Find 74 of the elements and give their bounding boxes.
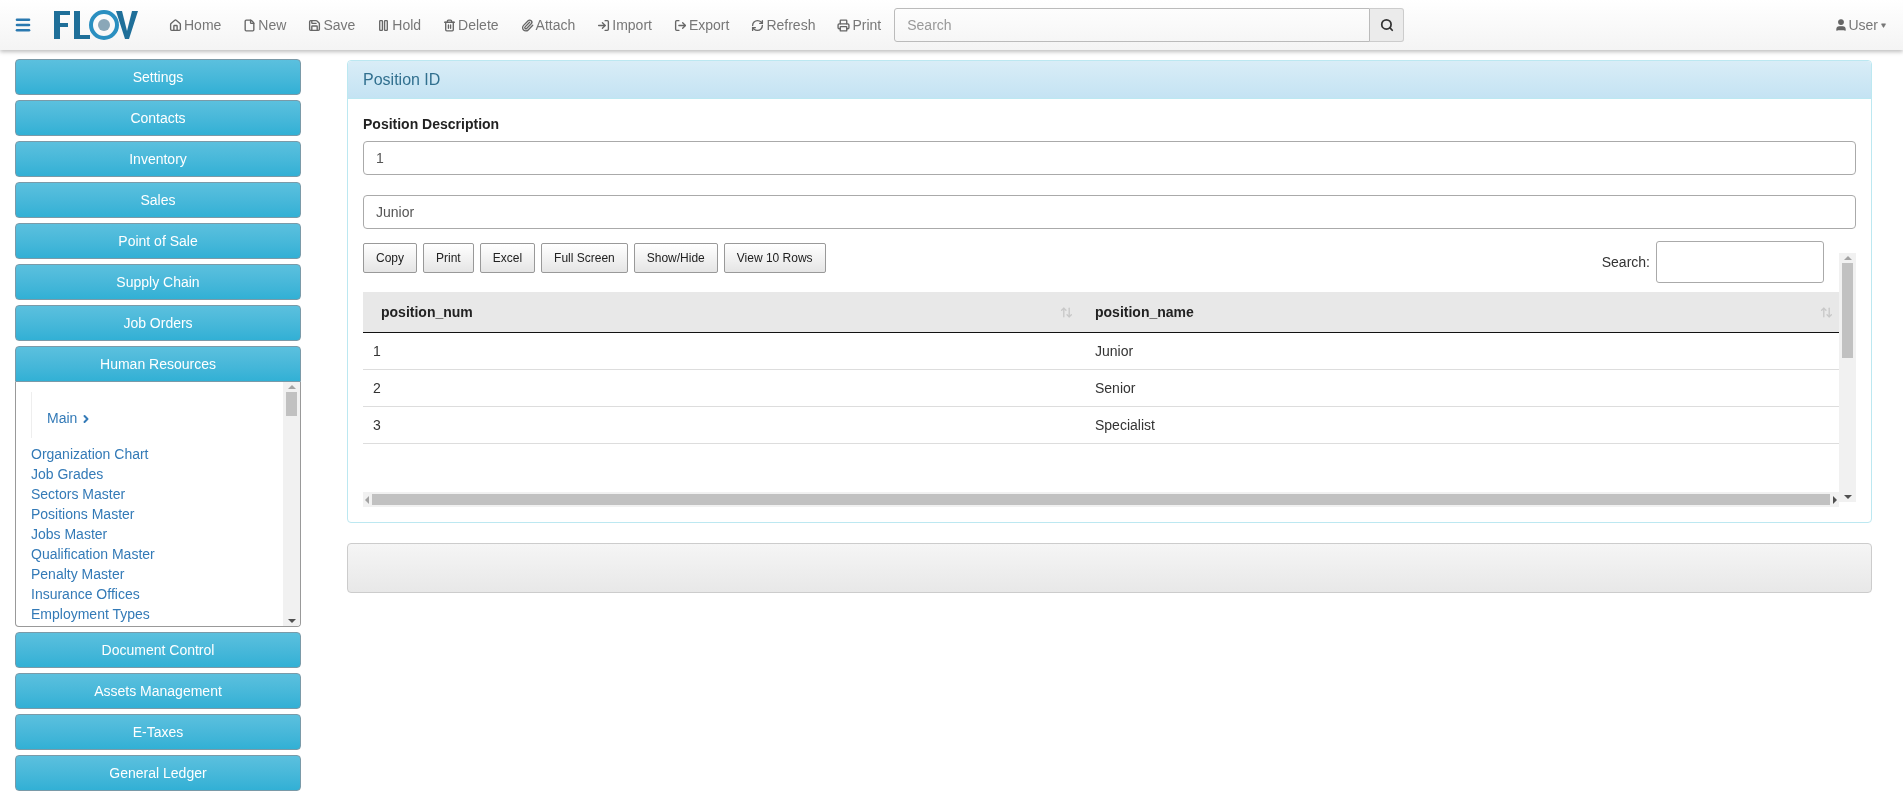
paperclip-icon: [520, 18, 534, 32]
toolbar-button[interactable]: Save: [297, 5, 367, 45]
home-icon: [169, 18, 182, 32]
sidebar-section-button[interactable]: Human Resources: [15, 346, 301, 382]
refresh-icon: [751, 18, 765, 32]
sidebar-section-button[interactable]: E-Taxes: [15, 714, 301, 750]
sidebar-section-button[interactable]: Contacts: [15, 100, 301, 136]
save-icon: [308, 18, 322, 32]
toolbar-button[interactable]: Hold: [366, 5, 433, 45]
table-tool-button[interactable]: View 10 Rows: [723, 243, 826, 273]
input-field[interactable]: 1: [363, 141, 1856, 175]
sidebar-section-button[interactable]: General Ledger: [15, 755, 301, 791]
toolbar-button[interactable]: New: [232, 5, 298, 45]
sidebar-section-button[interactable]: Point of Sale: [15, 223, 301, 259]
submenu-link[interactable]: Penalty Master: [31, 564, 283, 584]
file-icon: [243, 18, 257, 32]
search-button[interactable]: [1370, 8, 1405, 42]
printer-icon: [837, 18, 851, 32]
sidebar-section-button[interactable]: Document Control: [15, 632, 301, 668]
table-cell-text: 2: [372, 378, 382, 398]
toolbar-button[interactable]: Export: [662, 5, 741, 45]
panel-title: Position ID: [348, 61, 1871, 99]
vertical-scrollbar[interactable]: [1839, 253, 1856, 502]
submenu-link[interactable]: Organization Chart: [31, 444, 283, 464]
table-cell-text: 1: [372, 341, 382, 361]
toolbar-button[interactable]: Print: [826, 5, 893, 45]
sort-icon: [1820, 305, 1833, 319]
sidebar-section-button[interactable]: Inventory: [15, 141, 301, 177]
scrollbar[interactable]: [283, 382, 300, 626]
submenu-link[interactable]: Sectors Master: [31, 484, 283, 504]
export-icon: [673, 18, 687, 32]
table-search-field[interactable]: [1656, 241, 1824, 283]
trash-icon: [443, 18, 457, 32]
table-cell-text: 3: [372, 415, 382, 435]
main-link[interactable]: Main: [47, 408, 93, 429]
toolbar-button[interactable]: Delete: [432, 5, 510, 45]
pause-icon: [377, 18, 391, 32]
horizontal-scrollbar[interactable]: [363, 492, 1839, 507]
submenu-link[interactable]: Positions Master: [31, 504, 283, 524]
table-tool-button[interactable]: Full Screen: [541, 243, 628, 273]
user-icon: [1834, 18, 1849, 32]
search-field[interactable]: Search: [894, 8, 1371, 42]
sort-icon: [1060, 305, 1073, 319]
table-tool-button[interactable]: Excel: [479, 243, 536, 273]
toolbar-button[interactable]: Home: [158, 5, 233, 45]
menu-icon[interactable]: [14, 16, 32, 34]
table-cell-text: Junior: [1094, 341, 1135, 361]
search-icon: [1379, 18, 1394, 32]
sidebar-section-button[interactable]: Settings: [15, 59, 301, 95]
table-tool-button[interactable]: Print: [423, 243, 474, 273]
submenu-link[interactable]: Insurance Offices: [31, 584, 283, 604]
submenu-link[interactable]: Qualification Master: [31, 544, 283, 564]
search-label: Search:: [1601, 252, 1650, 272]
column-header[interactable]: position_name: [1083, 292, 1839, 332]
field-label: Position Description: [363, 115, 501, 134]
submenu-link[interactable]: Jobs Master: [31, 524, 283, 544]
sidebar-section-button[interactable]: Supply Chain: [15, 264, 301, 300]
submenu-link[interactable]: Employment Types: [31, 604, 283, 624]
submenu-link[interactable]: Job Grades: [31, 464, 283, 484]
table-tool-button[interactable]: Copy: [363, 243, 417, 273]
table-tool-button[interactable]: Show/Hide: [633, 243, 718, 273]
caret-icon: [1880, 22, 1887, 28]
input-field[interactable]: Junior: [363, 195, 1856, 229]
sidebar-section-button[interactable]: Sales: [15, 182, 301, 218]
user-menu-button[interactable]: User: [1834, 14, 1887, 36]
toolbar-button[interactable]: Refresh: [740, 5, 827, 45]
toolbar-button[interactable]: Import: [586, 5, 663, 45]
sidebar-section-button[interactable]: Job Orders: [15, 305, 301, 341]
table-cell-text: Specialist: [1094, 415, 1156, 435]
toolbar-button[interactable]: Attach: [509, 5, 587, 45]
column-header[interactable]: position_num: [363, 292, 1083, 332]
table-cell-text: Senior: [1094, 378, 1137, 398]
import-icon: [597, 18, 611, 32]
sidebar-section-button[interactable]: Assets Management: [15, 673, 301, 709]
